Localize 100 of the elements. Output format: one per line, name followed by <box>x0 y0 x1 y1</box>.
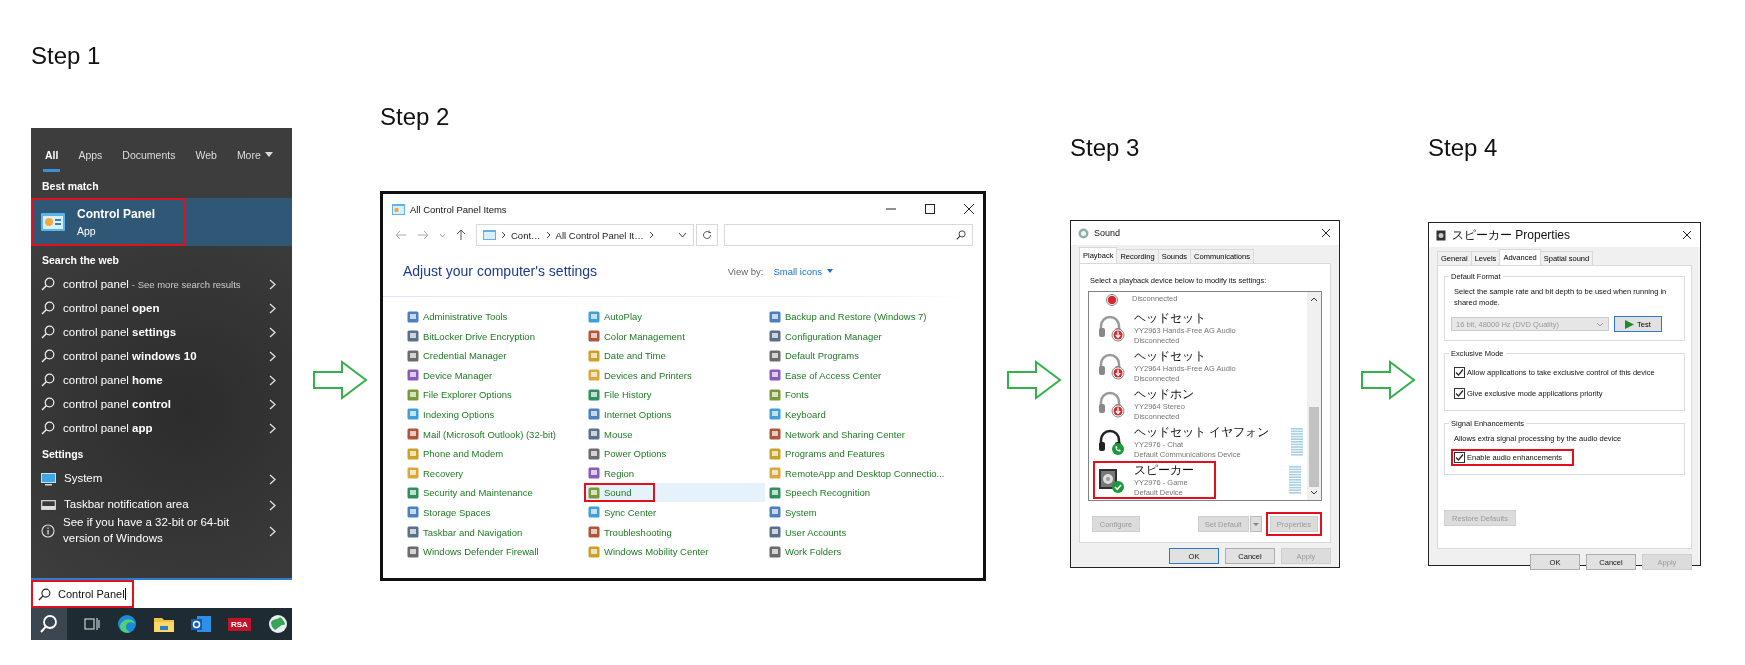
tile-icon <box>769 310 781 323</box>
control-panel-item[interactable]: Indexing Options <box>403 404 584 424</box>
tab[interactable]: Documents <box>120 128 178 172</box>
control-panel-item[interactable]: Internet Options <box>584 404 765 424</box>
chevron-icon <box>269 302 276 314</box>
control-panel-item[interactable]: Color Management <box>584 326 765 346</box>
control-panel-item[interactable]: AutoPlay <box>584 307 765 326</box>
tile-icon <box>407 467 419 480</box>
control-panel-item[interactable]: Administrative Tools <box>403 307 584 326</box>
control-panel-item[interactable]: Windows Mobility Center <box>584 542 765 562</box>
control-panel-item[interactable]: User Accounts <box>765 522 946 542</box>
control-panel-item[interactable]: Devices and Printers <box>584 365 765 385</box>
tab[interactable]: Web <box>193 128 219 172</box>
mail-icon[interactable] <box>191 615 211 633</box>
search-suggestion[interactable]: control panel home <box>31 368 292 392</box>
control-panel-item[interactable]: Region <box>584 463 765 483</box>
chevron-down-icon[interactable] <box>678 232 687 238</box>
item-label: Recovery <box>423 467 464 479</box>
close-icon[interactable] <box>1321 228 1331 238</box>
tile-icon <box>588 428 600 441</box>
refresh-button[interactable] <box>696 224 718 246</box>
view-mode-dropdown[interactable]: Small icons <box>773 265 833 277</box>
control-panel-item[interactable]: Security and Maintenance <box>403 483 584 503</box>
control-panel-item[interactable]: File Explorer Options <box>403 385 584 405</box>
tab[interactable]: All <box>43 128 61 172</box>
close-icon[interactable] <box>963 203 975 215</box>
control-panel-item[interactable]: Default Programs <box>765 346 946 366</box>
control-panel-item[interactable]: RemoteApp and Desktop Connectio... <box>765 463 946 483</box>
chevron-icon <box>269 473 276 485</box>
control-panel-item[interactable]: Configuration Manager <box>765 326 946 346</box>
control-panel-item[interactable]: Fonts <box>765 385 946 405</box>
search-suggestion[interactable]: control panel windows 10 <box>31 344 292 368</box>
control-panel-item[interactable]: Storage Spaces <box>403 502 584 522</box>
tile-icon <box>407 369 419 382</box>
control-panel-item[interactable]: Recovery <box>403 463 584 483</box>
checkbox[interactable] <box>1454 388 1465 399</box>
maximize-icon[interactable] <box>924 203 936 215</box>
search-field[interactable]: Control Panel <box>31 578 292 608</box>
settings-result[interactable]: System <box>31 466 292 492</box>
checkbox[interactable] <box>1454 367 1465 378</box>
control-panel-item[interactable]: Sync Center <box>584 502 765 522</box>
control-panel-item[interactable]: Mail (Microsoft Outlook) (32-bit) <box>403 424 584 444</box>
folder-icon[interactable] <box>154 616 174 632</box>
control-panel-item[interactable]: File History <box>584 385 765 405</box>
task-view-icon[interactable] <box>84 617 100 631</box>
search-suggestion[interactable]: control panel app <box>31 416 292 440</box>
control-panel-item[interactable]: Network and Sharing Center <box>765 424 946 444</box>
control-panel-item[interactable]: Keyboard <box>765 404 946 424</box>
control-panel-item[interactable]: Sound <box>584 483 765 503</box>
address-bar[interactable]: Cont… All Control Panel It… <box>476 224 694 246</box>
item-label: Sound <box>604 487 632 499</box>
close-icon[interactable] <box>1682 230 1692 240</box>
control-panel-item[interactable]: System <box>765 502 946 522</box>
tile-icon <box>769 447 781 460</box>
tile-icon <box>407 545 419 558</box>
item-label: Devices and Printers <box>604 369 692 381</box>
search-suggestion[interactable]: control panel control <box>31 392 292 416</box>
search-suggestion[interactable]: control panel open <box>31 296 292 320</box>
browser-icon[interactable] <box>117 614 137 634</box>
control-panel-item[interactable]: Power Options <box>584 444 765 464</box>
control-panel-item[interactable]: Device Manager <box>403 365 584 385</box>
control-panel-item[interactable]: Mouse <box>584 424 765 444</box>
item-label: Taskbar and Navigation <box>423 526 523 538</box>
control-panel-item[interactable]: BitLocker Drive Encryption <box>403 326 584 346</box>
search-field[interactable] <box>724 224 973 246</box>
settings-result[interactable]: See if you have a 32-bit or 64-bit version of Windows <box>31 518 292 544</box>
settings-result[interactable]: Taskbar notification area <box>31 492 292 518</box>
globe-icon[interactable] <box>267 614 288 634</box>
control-panel-item[interactable]: Credential Manager <box>403 346 584 366</box>
search-suggestion[interactable]: control panel - See more search results <box>31 272 292 296</box>
control-panel-item[interactable]: Troubleshooting <box>584 522 765 542</box>
breadcrumb-item[interactable]: Cont… <box>511 229 541 241</box>
up-arrow-icon[interactable] <box>456 229 466 241</box>
chevron-up-icon[interactable] <box>1309 295 1319 303</box>
control-panel-item[interactable]: Phone and Modem <box>403 444 584 464</box>
tile-icon <box>407 330 419 343</box>
chevron-down-icon[interactable] <box>1309 489 1319 497</box>
suggestion-text: Taskbar notification area <box>64 497 190 513</box>
control-panel-item[interactable]: Windows Defender Firewall <box>403 542 584 562</box>
control-panel-item[interactable]: Backup and Restore (Windows 7) <box>765 307 946 326</box>
control-panel-item[interactable]: Date and Time <box>584 346 765 366</box>
headphones-icon <box>1097 314 1125 342</box>
breadcrumb-item[interactable]: All Control Panel It… <box>555 229 644 241</box>
search-icon <box>38 587 51 601</box>
control-panel-item[interactable]: Ease of Access Center <box>765 365 946 385</box>
tab[interactable]: More <box>234 128 275 172</box>
suggestion-text: control panel <box>63 278 129 290</box>
search-suggestion[interactable]: control panel settings <box>31 320 292 344</box>
checkbox[interactable] <box>1454 451 1465 463</box>
scrollbar[interactable] <box>1307 292 1321 500</box>
search-result[interactable]: Control Panel App <box>31 198 292 246</box>
control-panel-item[interactable]: Programs and Features <box>765 444 946 464</box>
tab[interactable]: Apps <box>76 128 105 172</box>
control-panel-item[interactable]: Taskbar and Navigation <box>403 522 584 542</box>
device-list[interactable] <box>1088 291 1322 501</box>
control-panel-item[interactable]: Speech Recognition <box>765 483 946 503</box>
taskbar-app-button[interactable]: RSA <box>228 617 251 631</box>
control-panel-item[interactable]: Work Folders <box>765 542 946 562</box>
item-label: Device Manager <box>423 369 493 381</box>
search-icon[interactable] <box>31 608 67 640</box>
